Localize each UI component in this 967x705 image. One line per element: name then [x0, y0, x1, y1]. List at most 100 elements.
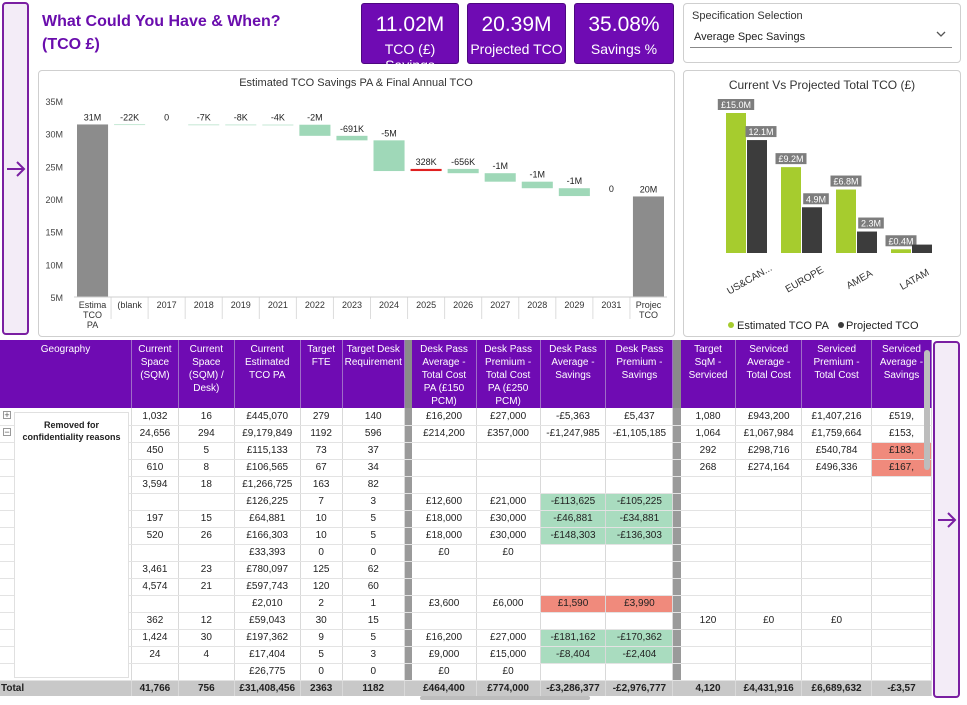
table-cell — [178, 663, 235, 681]
table-cell: £0 — [412, 663, 477, 681]
table-cell: £496,336 — [801, 459, 872, 477]
title-line-1: What Could You Have & When? — [42, 13, 281, 30]
legend-dot — [728, 322, 734, 328]
table-cell: 596 — [342, 425, 405, 443]
x-tick-label: TCO — [639, 310, 658, 320]
waterfall-bar — [632, 196, 664, 297]
table-cell: -£170,362 — [605, 629, 674, 647]
table-cell — [680, 561, 737, 579]
kpi-card-savings-pct: 35.08% Savings % — [574, 3, 674, 64]
table-cell — [801, 663, 872, 681]
column-separator — [672, 425, 681, 443]
table-cell: -£8,404 — [540, 646, 607, 664]
slicer-dropdown[interactable]: Average Spec Savings — [690, 26, 952, 48]
table-vertical-scrollbar[interactable] — [924, 350, 930, 470]
table-row[interactable]: 24,656 294 £9,179,849 1192 596 £214,200 £357,0… — [0, 425, 932, 443]
data-label: -7K — [197, 113, 211, 123]
chart-title: Estimated TCO Savings PA & Final Annual … — [239, 77, 473, 89]
table-cell: 3,594 — [131, 476, 179, 494]
table-row[interactable]: 520 26 £166,303 10 5 £18,000 £30,000 -£148,303-… — [0, 527, 932, 545]
table-cell: £1,759,664 — [801, 425, 872, 443]
data-label: 12.1M — [748, 127, 773, 137]
table-cell: £2,010 — [234, 595, 301, 613]
column-header[interactable]: Serviced Average - Savings — [871, 340, 932, 408]
column-separator — [672, 408, 681, 426]
column-header[interactable]: Serviced Premium - Total Cost — [801, 340, 872, 408]
table-row[interactable]: £26,775 0 0 £0 £0 — [0, 663, 932, 681]
legend-label: Estimated TCO PA — [737, 320, 830, 332]
arrow-right-icon — [6, 160, 25, 177]
table-row[interactable]: 197 15 £64,881 10 5 £18,000 £30,000 -£46,881 -£3… — [0, 510, 932, 528]
table-row[interactable]: 4,574 21 £597,743 120 60 — [0, 578, 932, 596]
nav-back-button[interactable] — [2, 2, 29, 335]
table-cell: 140 — [342, 408, 405, 426]
column-header[interactable]: Geography — [0, 340, 132, 408]
table-cell — [540, 459, 607, 477]
table-cell — [735, 578, 803, 596]
table-row[interactable]: £126,225 7 3 £12,600 £21,000 -£113,625 -£105,2… — [0, 493, 932, 511]
table-row[interactable]: £2,010 2 1 £3,600 £6,000 £1,590 £3,990 — [0, 595, 932, 613]
table-row[interactable]: 3,461 23 £780,097 125 62 — [0, 561, 932, 579]
specification-slicer: Specification Selection Average Spec Sav… — [683, 3, 961, 63]
data-label: £6.8M — [833, 177, 858, 187]
table-cell: 1,064 — [680, 425, 737, 443]
table-cell — [871, 544, 932, 562]
column-header[interactable]: Target SqM - Serviced — [680, 340, 737, 408]
table-cell: 18 — [178, 476, 235, 494]
table-cell — [412, 442, 477, 460]
waterfall-bar — [558, 188, 590, 197]
table-row[interactable]: 24 4 £17,404 5 3 £9,000 £15,000 -£8,404 -£2,404 — [0, 646, 932, 664]
table-cell — [412, 459, 477, 477]
table-cell: £17,404 — [234, 646, 301, 664]
table-cell: £943,200 — [735, 408, 803, 426]
column-header[interactable]: Current Space (SQM) / Desk) — [178, 340, 235, 408]
data-label: -22K — [120, 112, 139, 122]
table-cell — [735, 629, 803, 647]
table-cell — [801, 493, 872, 511]
nav-forward-button[interactable] — [933, 341, 960, 698]
column-header[interactable]: Desk Pass Premium - Savings — [605, 340, 674, 408]
kpi-value: 35.08% — [588, 13, 660, 36]
column-header[interactable]: Desk Pass Premium - Total Cost PA (£250 … — [476, 340, 541, 408]
x-tick-label: 2031 — [601, 300, 621, 310]
table-cell: 120 — [300, 578, 343, 596]
column-header[interactable]: Target Desk Requirement — [342, 340, 405, 408]
data-label: 0 — [164, 113, 169, 123]
total-row: Total 41,766 756 £31,408,456 2363 1182 £464,40… — [0, 679, 932, 696]
table-cell: 82 — [342, 476, 405, 494]
data-label: -8K — [234, 113, 248, 123]
table-cell: £167, — [871, 459, 932, 477]
table-cell: 5 — [300, 646, 343, 664]
table-row[interactable]: 3,594 18 £1,266,725 163 82 — [0, 476, 932, 494]
table-cell: -£148,303 — [540, 527, 607, 545]
expand-row-icon[interactable]: + — [3, 411, 11, 420]
column-separator — [404, 340, 413, 408]
table-row[interactable]: 362 12 £59,043 30 15 120 £0 £0 — [0, 612, 932, 630]
table-horizontal-scrollbar[interactable] — [420, 696, 590, 700]
table-cell — [412, 561, 477, 579]
table-cell — [680, 510, 737, 528]
column-header[interactable]: Serviced Average - Total Cost — [735, 340, 803, 408]
column-header[interactable]: Current Estimated TCO PA — [234, 340, 301, 408]
collapse-row-icon[interactable]: − — [3, 428, 11, 437]
kpi-label: Projected TCO — [470, 41, 563, 57]
table-row[interactable]: £33,393 0 0 £0 £0 — [0, 544, 932, 562]
table-cell — [412, 578, 477, 596]
table-cell — [412, 476, 477, 494]
column-header[interactable]: Current Space (SQM) — [131, 340, 179, 408]
column-header[interactable]: Desk Pass Average - Savings — [540, 340, 607, 408]
table-cell: £16,200 — [412, 629, 477, 647]
table-row[interactable]: 450 5 £115,133 73 37 292 £298,716 £540,784 £183, — [0, 442, 932, 460]
table-cell: 125 — [300, 561, 343, 579]
column-header[interactable]: Target FTE — [300, 340, 343, 408]
table-row[interactable]: 1,424 30 £197,362 9 5 £16,200 £27,000 -£181,162… — [0, 629, 932, 647]
column-header[interactable]: Desk Pass Average - Total Cost PA (£150 … — [412, 340, 477, 408]
slicer-selected-value: Average Spec Savings — [694, 31, 806, 43]
table-cell — [801, 561, 872, 579]
waterfall-bar — [484, 173, 516, 182]
table-row[interactable]: 610 8 £106,565 67 34 268 £274,164 £496,336 £167, — [0, 459, 932, 477]
table-row[interactable]: 1,032 16 £445,070 279 140 £16,200 £27,000 -£5,3… — [0, 408, 932, 426]
column-separator — [672, 459, 681, 477]
table-cell: £26,775 — [234, 663, 301, 681]
table-cell: -£34,881 — [605, 510, 674, 528]
